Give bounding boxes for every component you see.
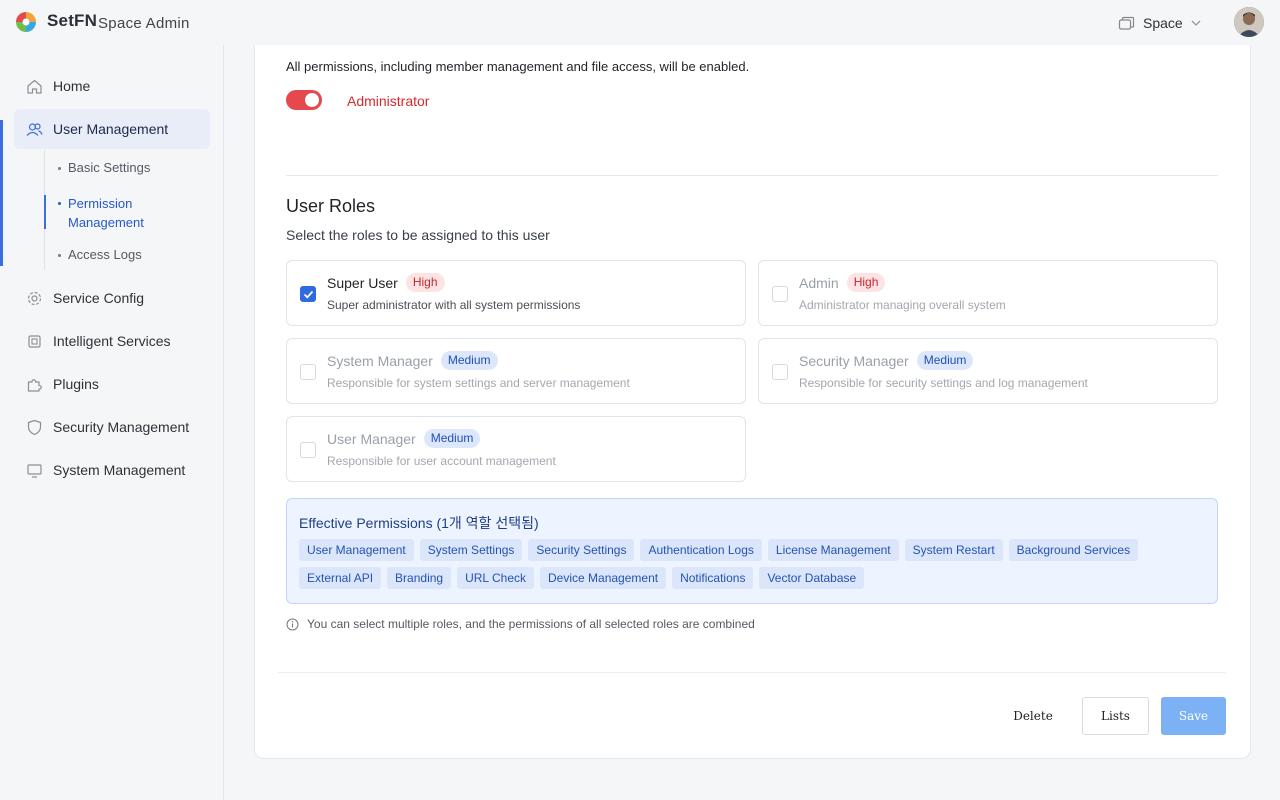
chevron-down-icon [1191,20,1201,26]
permission-chip: System Settings [419,539,523,561]
brand-subtitle: Space Admin [98,15,190,32]
permission-chip: External API [299,567,382,589]
bullet-icon [58,167,61,170]
roles-title: User Roles [286,196,376,216]
sidebar-item-label: User Management [53,121,169,137]
permission-chip: System Restart [904,539,1003,561]
effective-permissions-title: Effective Permissions (1개 역할 선택됨) [299,515,539,531]
puzzle-icon [27,378,42,392]
role-checkbox[interactable] [300,442,316,458]
role-description: Responsible for user account management [327,454,556,468]
role-name: User Manager [327,430,416,447]
submenu-item-permission-management[interactable]: Permission Management [58,194,168,232]
delete-button[interactable]: Delete [1008,697,1058,735]
submenu-item-access-logs[interactable]: Access Logs [58,247,142,262]
submenu-item-label: Permission Management [68,196,144,230]
active-indicator [0,120,3,266]
section-divider [286,175,1218,176]
users-icon [26,122,43,136]
effective-permissions-panel: Effective Permissions (1개 역할 선택됨) User M… [286,498,1218,604]
save-button[interactable]: Save [1161,697,1226,735]
sidebar-item-label: Security Management [53,419,190,435]
sidebar-item-service-config[interactable]: Service Config [14,278,210,318]
sidebar-item-home[interactable]: Home [14,66,210,106]
sidebar-item-label: Plugins [53,376,99,392]
role-checkbox[interactable] [300,364,316,380]
gear-icon [27,291,42,305]
roles-subtitle: Select the roles to be assigned to this … [286,227,550,243]
sidebar-item-user-management[interactable]: User Management [14,109,210,149]
toggle-knob [305,93,319,107]
role-card-user-manager[interactable]: User Manager Medium Responsible for user… [286,416,746,482]
permission-chip: Vector Database [759,567,865,589]
bullet-icon [58,202,61,205]
sidebar-item-plugins[interactable]: Plugins [14,364,210,404]
avatar[interactable] [1234,7,1264,37]
role-description: Administrator managing overall system [799,298,1006,312]
submenu-item-label: Basic Settings [68,160,151,175]
role-description: Responsible for security settings and lo… [799,376,1088,390]
space-selector[interactable]: Space [1118,13,1201,33]
permission-chip: User Management [299,539,414,561]
sidebar-item-label: System Management [53,462,186,478]
permission-chip: Branding [387,567,452,589]
sidebar-item-security-management[interactable]: Security Management [14,407,210,447]
role-checkbox[interactable] [772,286,788,302]
administrator-description: All permissions, including member manage… [286,59,750,74]
permission-chip: URL Check [457,567,535,589]
role-checkbox[interactable] [772,364,788,380]
role-description: Responsible for system settings and serv… [327,376,630,390]
info-icon [286,618,299,630]
sidebar-item-label: Home [53,78,91,94]
role-level-badge: High [846,273,886,292]
permission-chip: Background Services [1008,539,1139,561]
role-description: Super administrator with all system perm… [327,298,581,312]
setfn-logo[interactable] [15,11,37,33]
permission-chip: Authentication Logs [640,539,762,561]
monitor-icon [27,463,42,478]
permission-chip: Notifications [672,567,754,589]
hint-text: You can select multiple roles, and the p… [307,617,755,631]
role-level-badge: Medium [440,351,498,370]
multi-role-hint: You can select multiple roles, and the p… [286,617,755,631]
lists-button[interactable]: Lists [1082,697,1149,735]
chip-icon [28,334,41,348]
window-stack-icon [1118,16,1135,30]
shield-icon [27,419,42,435]
submenu-item-label: Access Logs [68,247,142,262]
administrator-toggle[interactable] [286,90,322,110]
space-label: Space [1143,15,1183,31]
brand-name: SetFN [47,11,98,30]
role-level-badge: Medium [916,351,974,370]
role-card-security-manager[interactable]: Security Manager Medium Responsible for … [758,338,1218,404]
permission-chip: Device Management [540,567,667,589]
footer-divider [278,672,1226,673]
sidebar-item-label: Service Config [53,290,145,306]
sidebar-item-intelligent-services[interactable]: Intelligent Services [14,321,210,361]
submenu-item-basic-settings[interactable]: Basic Settings [58,160,150,175]
role-name: Admin [799,274,839,291]
sidebar-item-label: Intelligent Services [53,333,171,349]
permission-chips: User Management System Settings Security… [299,539,1199,589]
top-bar: SetFN Space Admin Space [0,0,1280,45]
role-card-admin[interactable]: Admin High Administrator managing overal… [758,260,1218,326]
role-card-system-manager[interactable]: System Manager Medium Responsible for sy… [286,338,746,404]
permission-chip: License Management [767,539,899,561]
submenu-active-line [44,195,46,229]
administrator-toggle-label: Administrator [347,93,430,109]
sidebar-item-system-management[interactable]: System Management [14,450,210,490]
role-checkbox[interactable] [300,286,316,302]
bullet-icon [58,254,61,257]
role-card-super-user[interactable]: Super User High Super administrator with… [286,260,746,326]
role-level-badge: High [405,273,445,292]
home-icon [27,79,42,94]
role-name: System Manager [327,352,433,369]
role-name: Super User [327,274,398,291]
role-name: Security Manager [799,352,909,369]
permission-chip: Security Settings [528,539,635,561]
role-level-badge: Medium [423,429,481,448]
check-icon [303,290,314,299]
